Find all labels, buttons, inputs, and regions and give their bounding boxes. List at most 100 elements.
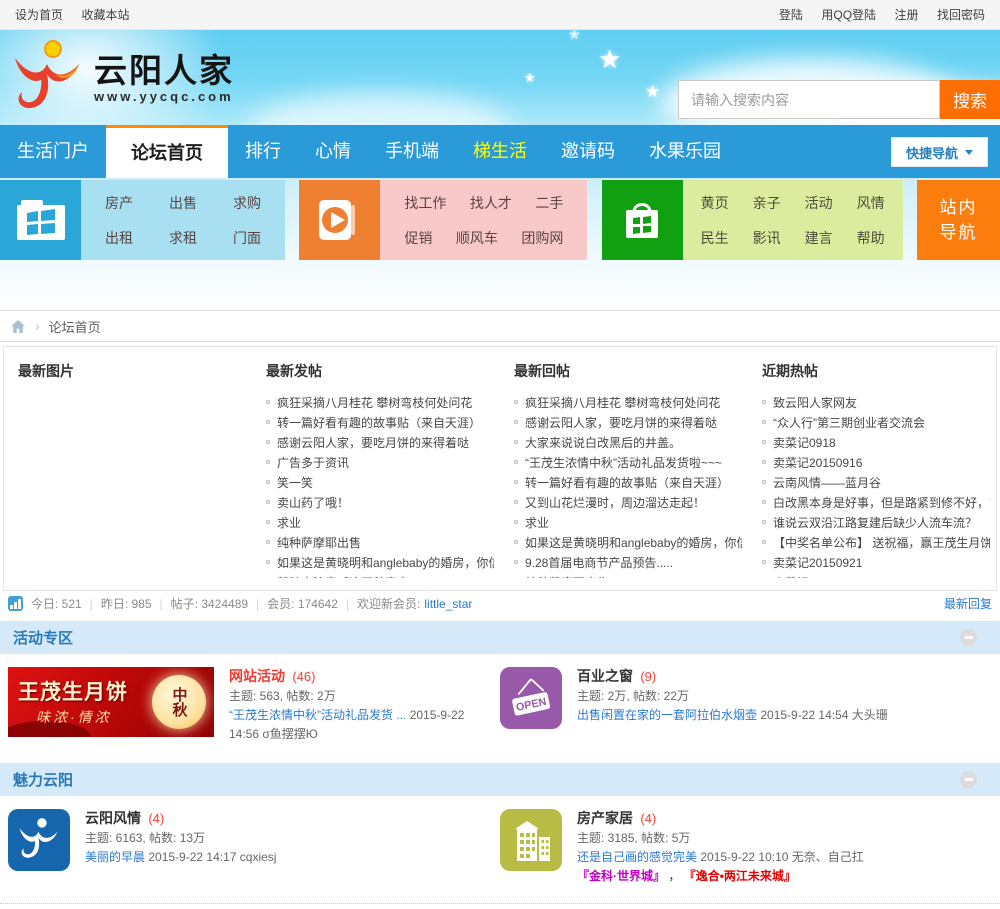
qq-login-link[interactable]: 用QQ登陆 — [821, 8, 876, 22]
post-link[interactable]: 卖山药了哦！ — [277, 494, 349, 511]
forum-title-link[interactable]: 百业之窗 — [577, 668, 633, 684]
open-sign-icon[interactable]: OPEN — [500, 667, 562, 729]
post-link[interactable]: 转一篇好看有趣的故事贴（来自天涯） — [277, 414, 481, 431]
quick-link[interactable]: 影讯 — [753, 228, 781, 248]
minus-circle-icon[interactable] — [960, 629, 977, 646]
bar-chart-icon — [8, 596, 23, 611]
post-link[interactable]: 求业 — [277, 514, 301, 531]
quick-link[interactable]: 出售 — [169, 193, 197, 213]
last-post-link[interactable]: 还是自己画的感觉完美 — [577, 850, 697, 864]
site-nav-button[interactable]: 站内 导航 — [916, 180, 1000, 260]
nav-item-fruit-park[interactable]: 水果乐园 — [632, 125, 738, 178]
quick-link[interactable]: 出租 — [105, 228, 133, 248]
quick-link[interactable]: 求租 — [169, 228, 197, 248]
search-input[interactable] — [678, 80, 940, 119]
quick-link[interactable]: 活动 — [805, 193, 833, 213]
bookmark-site-link[interactable]: 收藏本站 — [81, 8, 129, 22]
breadcrumb: › 论坛首页 — [0, 310, 1000, 342]
quick-link[interactable]: 二手 — [535, 193, 563, 213]
home-icon[interactable] — [10, 319, 26, 334]
stat-yesterday: 昨日: 985 — [100, 597, 152, 611]
post-link[interactable]: 驾驶中注意听这两种声音 — [277, 574, 409, 579]
post-link[interactable]: 求业 — [525, 514, 549, 531]
quick-nav-button[interactable]: 快捷导航 — [890, 137, 988, 167]
post-link[interactable]: 感谢云阳人家，要吃月饼的来得着哒 — [525, 414, 717, 431]
quick-link[interactable]: 亲子 — [753, 193, 781, 213]
subforum-link-yihe[interactable]: 『逸合•两江未来城』 — [684, 869, 796, 883]
quick-link[interactable]: 房产 — [105, 193, 133, 213]
post-link[interactable]: 如果这是黄晓明和anglebaby的婚房，你信吗 — [277, 554, 494, 571]
post-link[interactable]: “众人行”第三期创业者交流会 — [773, 414, 925, 431]
forum-title-link[interactable]: 网站活动 — [229, 668, 285, 684]
nav-item-mood[interactable]: 心情 — [298, 125, 368, 178]
last-post-link[interactable]: “王茂生浓情中秋”活动礼品发货 ... — [229, 708, 406, 722]
yunyang-figure-icon[interactable] — [8, 809, 70, 871]
forum-cell-website-activity: 王茂生月饼 味浓·情浓 中秋 网站活动 (46) 主题: 563, 帖数: 2万… — [8, 654, 500, 758]
last-post-link[interactable]: 美丽的早晨 — [85, 850, 145, 864]
folder-window-icon[interactable] — [0, 180, 81, 260]
post-link[interactable]: 大家来说说白改黑后的井盖。 — [525, 434, 681, 451]
site-logo[interactable]: 云阳人家 www.yycqc.com — [8, 38, 234, 118]
post-link[interactable]: 纯种萨摩耶出售 — [277, 534, 361, 551]
minus-circle-icon[interactable] — [960, 771, 977, 788]
login-link[interactable]: 登陆 — [779, 8, 803, 22]
post-link[interactable]: 转一篇好看有趣的故事贴（来自天涯） — [525, 474, 729, 491]
quick-link[interactable]: 顺风车 — [456, 228, 498, 248]
new-member-link[interactable]: little_star — [424, 597, 472, 611]
quick-link[interactable]: 建言 — [805, 228, 833, 248]
post-link[interactable]: 【中奖名单公布】 送祝福，赢王茂生月饼桃 — [773, 534, 990, 551]
latest-reply-link[interactable]: 最新回复 — [944, 595, 992, 612]
post-link[interactable]: 纯种萨摩耶出售 — [525, 574, 609, 579]
post-link[interactable]: 9.28首届电商节产品预告..... — [525, 554, 673, 571]
forum-title-link[interactable]: 云阳风情 — [85, 810, 141, 826]
post-link[interactable]: 谁说云双沿江路复建后缺少人流车流？ — [773, 514, 977, 531]
nav-item-ti-life[interactable]: 梯生活 — [456, 125, 544, 178]
post-link[interactable]: “王茂生浓情中秋”活动礼品发货啦~~~ — [525, 454, 722, 471]
post-link[interactable]: 云南风情——蓝月谷 — [773, 474, 881, 491]
quick-link[interactable]: 找工作 — [404, 193, 446, 213]
nav-item-forum-home[interactable]: 论坛首页 — [106, 125, 228, 178]
media-play-icon[interactable] — [299, 180, 381, 260]
post-link[interactable]: 卖菜记20150917 — [773, 574, 862, 579]
forum-new-count: (4) — [640, 811, 657, 826]
post-link[interactable]: 又到山花烂漫时，周边溜达走起！ — [525, 494, 705, 511]
quick-link[interactable]: 民生 — [701, 228, 729, 248]
mooncake-banner-image[interactable]: 王茂生月饼 味浓·情浓 中秋 — [8, 667, 214, 737]
forum-title-link[interactable]: 房产家居 — [577, 810, 633, 826]
nav-item-mobile[interactable]: 手机端 — [368, 125, 456, 178]
quick-link[interactable]: 风情 — [857, 193, 885, 213]
quick-link[interactable]: 黄页 — [701, 193, 729, 213]
post-link[interactable]: 卖菜记20150916 — [773, 454, 862, 471]
register-link[interactable]: 注册 — [895, 8, 919, 22]
section-header-activity[interactable]: 活动专区 — [0, 621, 1000, 654]
set-homepage-link[interactable]: 设为首页 — [15, 8, 63, 22]
last-post-link[interactable]: 出售闲置在家的一套阿拉伯水烟壶 — [577, 708, 757, 722]
store-bag-icon[interactable] — [601, 180, 683, 260]
nav-item-invite-code[interactable]: 邀请码 — [544, 125, 632, 178]
post-link[interactable]: 广告多于资讯 — [277, 454, 349, 471]
post-link[interactable]: 笑一笑 — [277, 474, 313, 491]
quick-link[interactable]: 促销 — [404, 228, 432, 248]
quick-link[interactable]: 门面 — [233, 228, 261, 248]
post-link[interactable]: 卖菜记0918 — [773, 434, 836, 451]
nav-item-life-portal[interactable]: 生活门户 — [0, 125, 106, 178]
stat-posts: 帖子: 3424489 — [170, 597, 249, 611]
quick-link[interactable]: 帮助 — [857, 228, 885, 248]
nav-item-ranking[interactable]: 排行 — [228, 125, 298, 178]
quick-link[interactable]: 找人才 — [470, 193, 512, 213]
breadcrumb-current[interactable]: 论坛首页 — [49, 317, 101, 336]
buildings-icon[interactable] — [500, 809, 562, 871]
post-link[interactable]: 疯狂采摘八月桂花 攀树弯枝何处问花 — [277, 394, 472, 411]
section-header-charm-yunyang[interactable]: 魅力云阳 — [0, 763, 1000, 796]
search-button[interactable]: 搜索 — [940, 80, 1000, 119]
quick-link[interactable]: 团购网 — [521, 228, 563, 248]
post-link[interactable]: 卖菜记20150921 — [773, 554, 862, 571]
recover-password-link[interactable]: 找回密码 — [937, 8, 985, 22]
post-link[interactable]: 感谢云阳人家，要吃月饼的来得着哒 — [277, 434, 469, 451]
post-link[interactable]: 如果这是黄晓明和anglebaby的婚房，你信吗 — [525, 534, 742, 551]
post-link[interactable]: 疯狂采摘八月桂花 攀树弯枝何处问花 — [525, 394, 720, 411]
post-link[interactable]: 白改黑本身是好事，但是路紧到修不好，市 — [773, 494, 990, 511]
subforum-link-jinke[interactable]: 『金科·世界城』 — [577, 869, 665, 883]
quick-link[interactable]: 求购 — [233, 193, 261, 213]
post-link[interactable]: 致云阳人家网友 — [773, 394, 857, 411]
